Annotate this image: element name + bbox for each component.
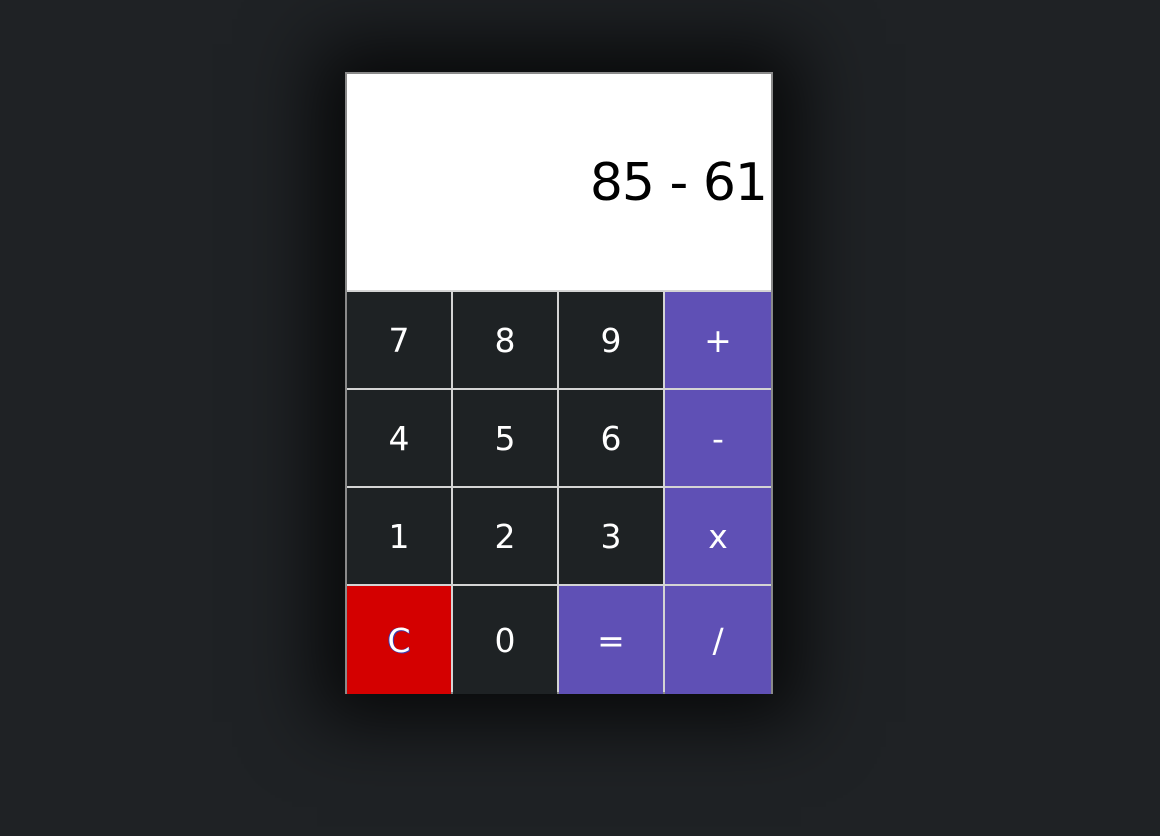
key-2-button[interactable]: 2	[453, 488, 557, 584]
key-9-button[interactable]: 9	[559, 292, 663, 388]
keypad: 7 8 9 + 4 5 6 - 1 2 3 x C 0 = /	[347, 290, 771, 694]
multiply-button[interactable]: x	[665, 488, 771, 584]
key-0-button[interactable]: 0	[453, 586, 557, 694]
calculator: 85 - 61 7 8 9 + 4 5 6 - 1 2 3 x C 0 = /	[345, 72, 773, 694]
clear-button-label: C	[387, 620, 411, 660]
key-3-button[interactable]: 3	[559, 488, 663, 584]
key-5-button[interactable]: 5	[453, 390, 557, 486]
key-6-button[interactable]: 6	[559, 390, 663, 486]
clear-button[interactable]: C	[347, 586, 451, 694]
key-8-button[interactable]: 8	[453, 292, 557, 388]
key-7-button[interactable]: 7	[347, 292, 451, 388]
equals-button[interactable]: =	[559, 586, 663, 694]
calculator-display: 85 - 61	[347, 74, 771, 290]
subtract-button[interactable]: -	[665, 390, 771, 486]
add-button[interactable]: +	[665, 292, 771, 388]
display-expression: 85 - 61	[589, 153, 768, 213]
key-1-button[interactable]: 1	[347, 488, 451, 584]
key-4-button[interactable]: 4	[347, 390, 451, 486]
divide-button[interactable]: /	[665, 586, 771, 694]
